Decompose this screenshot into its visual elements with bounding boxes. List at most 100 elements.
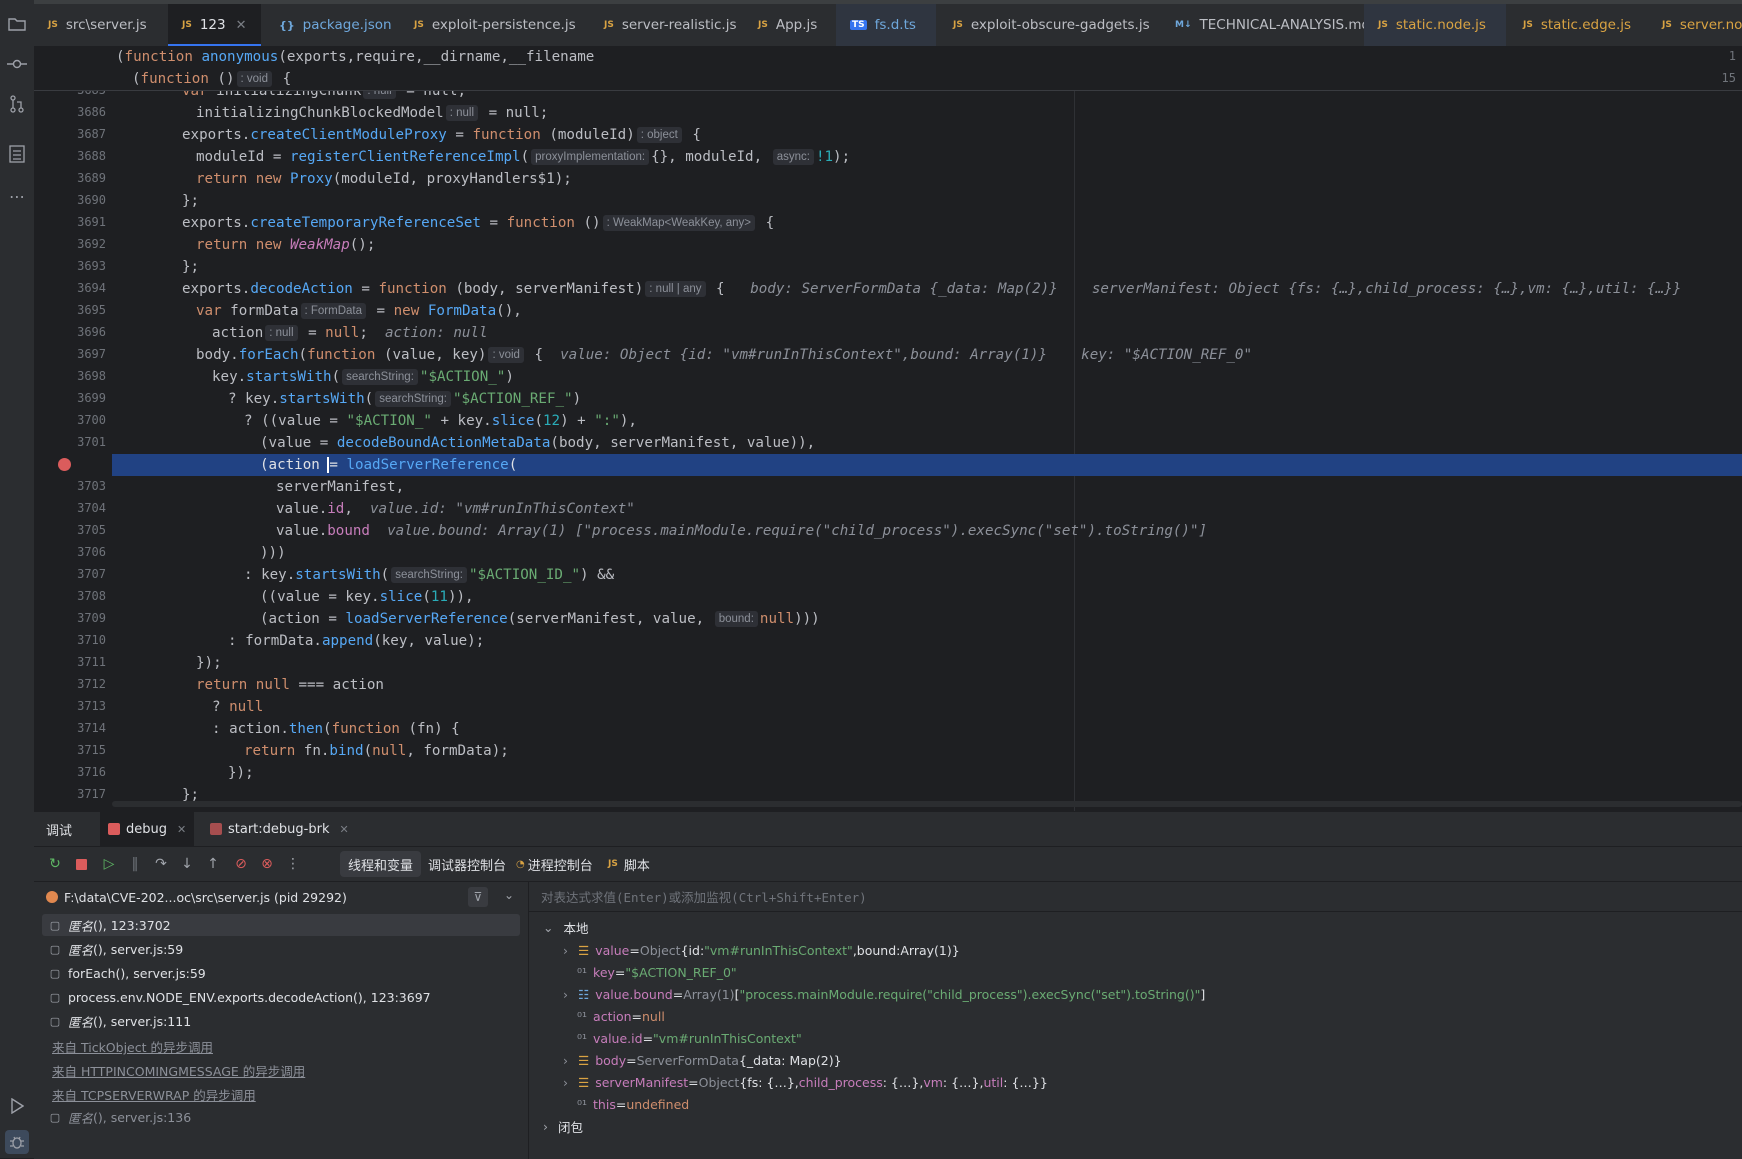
line-number[interactable]: 3705	[36, 523, 106, 537]
line-number[interactable]: 3694	[36, 281, 106, 295]
line-number[interactable]: 3696	[36, 325, 106, 339]
variable-row[interactable]: › ☰ body = ServerFormData {_data: Map(2)}	[563, 1049, 842, 1071]
step-over-icon[interactable]: ↷	[152, 855, 170, 873]
variable-row[interactable]: › ☰ value = Object {id: "vm#runInThisConte…	[563, 939, 960, 961]
scope-local[interactable]: ⌄ 本地	[543, 916, 589, 938]
variable-row[interactable]: › ☷ value.bound = Array(1) ["process.mainM…	[563, 983, 1205, 1005]
line-number[interactable]: 3701	[36, 435, 106, 449]
stack-frame[interactable]: ▢ 匿名 (), server.js:136	[42, 1106, 520, 1128]
folder-icon[interactable]	[5, 12, 29, 36]
line-number[interactable]: 3704	[36, 501, 106, 515]
async-call-link[interactable]: 来自 HTTPINCOMINGMESSAGE 的异步调用	[52, 1061, 305, 1080]
line-number[interactable]: 3714	[36, 721, 106, 735]
close-icon[interactable]: ✕	[339, 823, 348, 836]
tab-start-debug-brk[interactable]: start:debug-brk ✕	[202, 812, 357, 846]
async-call-link[interactable]: 来自 TCPSERVERWRAP 的异步调用	[52, 1085, 256, 1104]
close-icon[interactable]: ✕	[236, 18, 247, 33]
stack-frame[interactable]: ▢ process.env.NODE_ENV.exports.decodeActi…	[42, 986, 520, 1008]
horizontal-scrollbar[interactable]	[112, 801, 1742, 807]
line-number[interactable]: 3711	[36, 655, 106, 669]
tab-123[interactable]: JS 123 ✕	[168, 4, 261, 46]
tab-technical-analysis-md[interactable]: M↓ TECHNICAL-ANALYSIS.md	[1161, 4, 1384, 46]
scope-closure[interactable]: › 闭包	[543, 1115, 583, 1137]
variable-row[interactable]: › ☰ serverManifest = Object {fs: {…}, child…	[563, 1071, 1048, 1093]
run-icon[interactable]	[5, 1094, 29, 1118]
stop-icon[interactable]	[72, 855, 90, 873]
line-number[interactable]: 3706	[36, 545, 106, 559]
rerun-icon[interactable]: ↻	[46, 855, 64, 873]
line-number[interactable]: 3693	[36, 259, 106, 273]
resume-icon[interactable]: ▷	[100, 855, 118, 873]
structure-icon[interactable]	[5, 142, 29, 166]
stack-frame[interactable]: ▢ 匿名 (), server.js:111	[42, 1010, 520, 1032]
variable-row[interactable]: ⁰¹ value.id = "vm#runInThisContext"	[577, 1027, 802, 1049]
tab-debug-main[interactable]: 调试	[46, 812, 72, 846]
variable-row[interactable]: ⁰¹ this = undefined	[577, 1093, 689, 1115]
tab-debug-session[interactable]: debug ✕	[100, 812, 195, 846]
tab-server-node[interactable]: JSserver.node	[1648, 4, 1742, 46]
stack-frame[interactable]: ▢ 匿名 (), 123:3702	[42, 914, 520, 936]
js-file-icon: JS	[608, 859, 618, 869]
mute-breakpoints-icon[interactable]: ⊗	[258, 855, 276, 873]
tab-static-node-js[interactable]: JS static.node.js	[1364, 4, 1506, 46]
tab-exploit-obscure-gadgets-js[interactable]: JS exploit-obscure-gadgets.js	[939, 4, 1164, 46]
step-out-icon[interactable]: ↑	[204, 855, 222, 873]
variable-row[interactable]: ⁰¹ action = null	[577, 1005, 665, 1027]
tab-app-js[interactable]: JS App.js	[744, 4, 831, 46]
tab-threads-variables[interactable]: 线程和变量	[340, 851, 422, 877]
line-gutter[interactable]: 3685368636873688368936903691369236933694…	[34, 46, 112, 811]
line-number[interactable]: 3690	[36, 193, 106, 207]
line-number[interactable]: 3716	[36, 765, 106, 779]
thread-selector[interactable]: F:\data\CVE-202...oc\src\server.js (pid …	[34, 882, 528, 912]
debug-icon[interactable]	[5, 1130, 29, 1154]
line-number[interactable]: 3699	[36, 391, 106, 405]
tab-process-console[interactable]: ◔ 进程控制台	[516, 847, 593, 881]
breakpoint-icon[interactable]	[58, 458, 71, 471]
line-number[interactable]: 3712	[36, 677, 106, 691]
filter-icon[interactable]: ⊽	[468, 887, 488, 907]
line-number[interactable]: 3709	[36, 611, 106, 625]
variable-row[interactable]: ⁰¹ key = "$ACTION_REF_0"	[577, 961, 737, 983]
code-editor[interactable]: 1 (function anonymous(exports,require,__…	[34, 46, 1742, 811]
line-number[interactable]: 3713	[36, 699, 106, 713]
tab-static-edge-js[interactable]: JS static.edge.js	[1509, 4, 1645, 46]
stack-frame[interactable]: ▢ forEach(), server.js:59	[42, 962, 520, 984]
chevron-down-icon: ⌄	[543, 919, 554, 935]
line-number[interactable]: 3687	[36, 127, 106, 141]
stack-frame[interactable]: ▢ 匿名 (), server.js:59	[42, 938, 520, 960]
tab-scripts[interactable]: JS 脚本	[608, 847, 650, 881]
line-number[interactable]: 3688	[36, 149, 106, 163]
line-number[interactable]: 3715	[36, 743, 106, 757]
more-options-icon[interactable]: ⋮	[284, 855, 302, 873]
tab-fs-d-ts[interactable]: TS fs.d.ts	[836, 4, 936, 46]
pause-icon[interactable]: ‖	[126, 855, 144, 873]
chevron-down-icon[interactable]: ⌄	[504, 888, 514, 902]
line-number[interactable]: 3703	[36, 479, 106, 493]
step-into-icon[interactable]: ↓	[178, 855, 196, 873]
tab-package-json[interactable]: {} package.json	[265, 4, 406, 46]
line-number[interactable]: 3686	[36, 105, 106, 119]
pull-request-icon[interactable]	[5, 92, 29, 116]
line-number[interactable]: 3717	[36, 787, 106, 801]
evaluate-expression-input[interactable]: 对表达式求值(Enter)或添加监视(Ctrl+Shift+Enter)	[529, 882, 1742, 912]
close-icon[interactable]: ✕	[177, 823, 186, 836]
tab-server-realistic-js[interactable]: JS server-realistic.js	[590, 4, 751, 46]
more-icon[interactable]: ⋯	[5, 184, 29, 208]
line-number[interactable]: 3700	[36, 413, 106, 427]
line-number[interactable]: 3697	[36, 347, 106, 361]
line-number[interactable]: 3691	[36, 215, 106, 229]
line-number[interactable]: 3692	[36, 237, 106, 251]
line-number[interactable]: 3698	[36, 369, 106, 383]
line-number[interactable]: 3710	[36, 633, 106, 647]
debug-config-icon	[108, 823, 120, 835]
view-breakpoints-icon[interactable]: ⊘	[232, 855, 250, 873]
tab-src-server-js[interactable]: JS src\server.js	[34, 4, 161, 46]
line-number[interactable]: 3707	[36, 567, 106, 581]
line-number[interactable]: 3708	[36, 589, 106, 603]
tab-exploit-persistence-js[interactable]: JS exploit-persistence.js	[400, 4, 590, 46]
commit-icon[interactable]	[5, 52, 29, 76]
tab-debugger-console[interactable]: 调试器控制台	[428, 847, 506, 881]
line-number[interactable]: 3689	[36, 171, 106, 185]
line-number[interactable]: 3695	[36, 303, 106, 317]
async-call-link[interactable]: 来自 TickObject 的异步调用	[52, 1037, 213, 1056]
